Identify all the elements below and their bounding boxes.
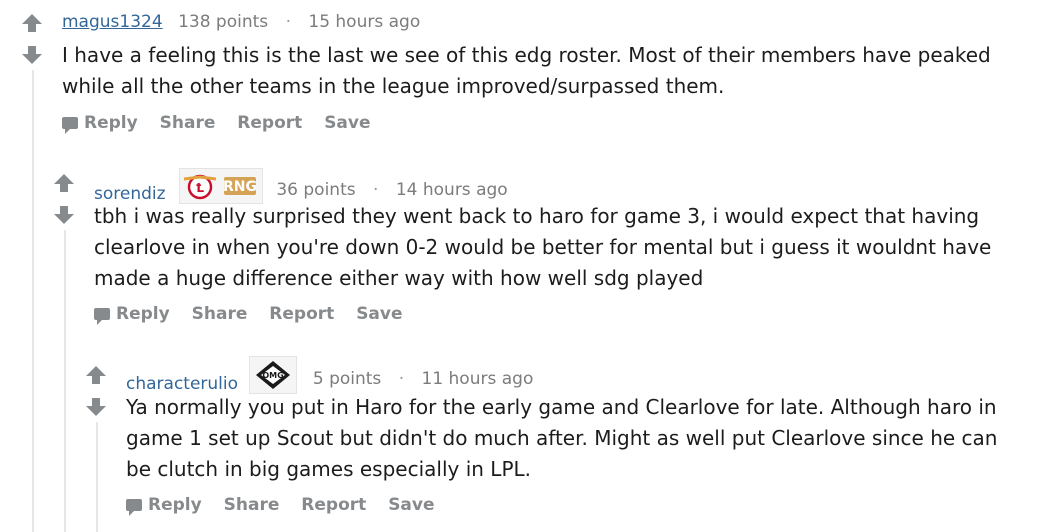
- comment-body: tbh i was really surprised they went bac…: [94, 204, 992, 290]
- share-button[interactable]: Share: [160, 113, 216, 133]
- thread-line[interactable]: [32, 70, 34, 532]
- comment-actions: Reply Share Report Save: [94, 304, 419, 325]
- reply-button[interactable]: Reply: [62, 113, 138, 134]
- timestamp[interactable]: 14 hours ago: [396, 180, 508, 200]
- svg-text:RNG: RNG: [223, 179, 257, 195]
- reply-icon: [94, 308, 110, 325]
- report-button[interactable]: Report: [237, 113, 302, 133]
- comment-body: I have a feeling this is the last we see…: [62, 43, 991, 98]
- comment-meta: magus1324 138 points · 15 hours ago: [62, 12, 420, 32]
- svg-text:OMG: OMG: [263, 371, 284, 380]
- separator-dot: ·: [285, 12, 291, 32]
- points: 36 points: [276, 180, 356, 200]
- user-flair-icon: OMG: [249, 356, 298, 394]
- author-link[interactable]: characterulio: [126, 374, 238, 394]
- thread-line[interactable]: [64, 230, 66, 532]
- upvote-arrow-icon[interactable]: [22, 14, 42, 34]
- thread-line[interactable]: [96, 422, 98, 532]
- downvote-arrow-icon[interactable]: [54, 206, 74, 226]
- save-button[interactable]: Save: [388, 495, 434, 515]
- timestamp[interactable]: 11 hours ago: [422, 369, 534, 389]
- user-flair-icon: Ꝉ RNG: [178, 168, 263, 204]
- comment-actions: Reply Share Report Save: [62, 113, 387, 134]
- save-button[interactable]: Save: [324, 113, 370, 133]
- reply-icon: [126, 499, 142, 516]
- save-button[interactable]: Save: [356, 304, 402, 324]
- share-button[interactable]: Share: [192, 304, 248, 324]
- report-button[interactable]: Report: [269, 304, 334, 324]
- timestamp[interactable]: 15 hours ago: [308, 12, 420, 32]
- points: 138 points: [178, 12, 269, 32]
- report-button[interactable]: Report: [301, 495, 366, 515]
- comment-actions: Reply Share Report Save: [126, 495, 451, 516]
- reply-button[interactable]: Reply: [126, 495, 202, 516]
- points: 5 points: [312, 369, 382, 389]
- svg-text:Ꝉ: Ꝉ: [196, 181, 204, 195]
- share-button[interactable]: Share: [224, 495, 280, 515]
- author-link[interactable]: magus1324: [62, 12, 163, 32]
- reply-icon: [62, 117, 78, 134]
- separator-dot: ·: [398, 369, 405, 389]
- upvote-arrow-icon[interactable]: [54, 174, 74, 194]
- separator-dot: ·: [373, 180, 379, 200]
- downvote-arrow-icon[interactable]: [22, 46, 42, 66]
- downvote-arrow-icon[interactable]: [86, 398, 106, 418]
- upvote-arrow-icon[interactable]: [86, 366, 106, 386]
- reply-button[interactable]: Reply: [94, 304, 170, 325]
- comment-body: Ya normally you put in Haro for the earl…: [126, 395, 998, 481]
